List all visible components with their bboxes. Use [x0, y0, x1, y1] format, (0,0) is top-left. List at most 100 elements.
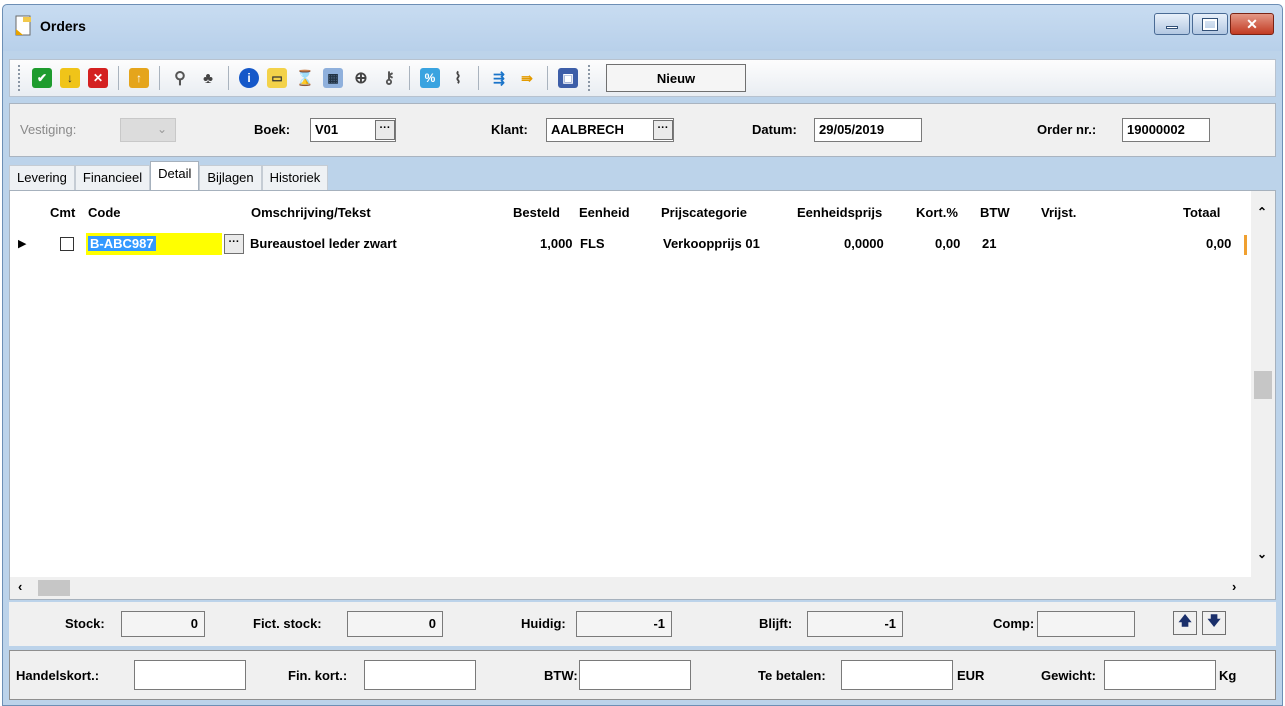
vestiging-label: Vestiging:: [20, 122, 77, 137]
tab-levering[interactable]: Levering: [9, 165, 75, 191]
document-icon: [15, 15, 31, 36]
maximize-icon: [1202, 17, 1218, 31]
toolbar-separator: [547, 66, 548, 90]
toolbar-separator: [118, 66, 119, 90]
besteld-cell[interactable]: 1,000: [540, 236, 573, 251]
boek-lookup-button[interactable]: ···: [375, 120, 395, 140]
gewicht-label: Gewicht:: [1041, 668, 1096, 683]
stock-label: Stock:: [65, 616, 105, 631]
prijscategorie-cell[interactable]: Verkoopprijs 01: [663, 236, 760, 251]
horizontal-scroll-thumb[interactable]: [38, 580, 70, 596]
toolbar-separator: [409, 66, 410, 90]
search-icon[interactable]: ⚲: [170, 68, 190, 88]
code-value: B-ABC987: [88, 236, 156, 251]
confirm-icon[interactable]: ✔: [32, 68, 52, 88]
toolbar-separator: [228, 66, 229, 90]
move-down-button[interactable]: 🡇: [1202, 611, 1226, 635]
scroll-up-icon[interactable]: ⌃: [1257, 205, 1267, 219]
arrow-up-icon: 🡅: [1178, 613, 1192, 628]
blijft-label: Blijft:: [759, 616, 793, 631]
close-icon: ✕: [1246, 15, 1258, 32]
btw-total-field: [579, 660, 691, 690]
code-cell[interactable]: B-ABC987: [86, 233, 222, 255]
btw-total-label: BTW:: [544, 668, 578, 683]
split-icon[interactable]: ⇶: [489, 68, 509, 88]
calendar-icon[interactable]: ▦: [323, 68, 343, 88]
binoculars-icon[interactable]: ♣: [198, 68, 218, 88]
save-icon[interactable]: ▣: [558, 68, 578, 88]
huidig-value: -1: [576, 611, 672, 637]
comp-label: Comp:: [993, 616, 1035, 631]
order-nr-field[interactable]: 19000002: [1122, 118, 1210, 142]
code-lookup-button[interactable]: ···: [224, 234, 244, 254]
toolbar-grip[interactable]: [588, 65, 592, 91]
te-betalen-field: [841, 660, 953, 690]
blijft-value: -1: [807, 611, 903, 637]
percent-icon[interactable]: %: [420, 68, 440, 88]
order-nr-label: Order nr.:: [1037, 122, 1097, 137]
boek-label: Boek:: [254, 122, 291, 137]
handelskort-label: Handelskort.:: [16, 668, 100, 683]
info-icon[interactable]: i: [239, 68, 259, 88]
weight-unit-label: Kg: [1219, 668, 1237, 683]
tab-bijlagen[interactable]: Bijlagen: [199, 165, 262, 191]
maximize-button[interactable]: [1192, 13, 1228, 35]
export-icon[interactable]: ↑: [129, 68, 149, 88]
horizontal-scrollbar[interactable]: ‹ ›: [10, 577, 1252, 599]
te-betalen-label: Te betalen:: [758, 668, 826, 683]
stock-panel: Stock: 0 Fict. stock: 0 Huidig: -1 Blijf…: [9, 602, 1276, 646]
chevron-down-icon: ⌄: [156, 122, 167, 136]
comp-value: [1037, 611, 1135, 637]
hourglass-icon[interactable]: ⌛: [295, 68, 315, 88]
tab-financieel[interactable]: Financieel: [74, 165, 151, 191]
totaal-cell[interactable]: 0,00: [1206, 236, 1231, 251]
orders-window: Orders ✕ ✔ ↓ ✕ ↑ ⚲ ♣ i ▭ ⌛ ▦ ⊕ ⚷ % ⌇ ⇶ ⇛…: [2, 4, 1283, 706]
currency-label: EUR: [957, 668, 985, 683]
scroll-down-icon[interactable]: ⌄: [1257, 547, 1267, 561]
merge-icon[interactable]: ⇛: [517, 68, 537, 88]
vestiging-combo[interactable]: ⌄: [120, 118, 176, 142]
minimize-button[interactable]: [1154, 13, 1190, 35]
import-icon[interactable]: ↓: [60, 68, 80, 88]
kort-cell[interactable]: 0,00: [935, 236, 960, 251]
stock-value: 0: [121, 611, 205, 637]
minimize-icon: [1166, 25, 1178, 29]
row-indicator-icon: ▶: [18, 238, 27, 250]
klant-label: Klant:: [491, 122, 528, 137]
fict-stock-value: 0: [347, 611, 443, 637]
paperclip-icon[interactable]: ⌇: [448, 68, 468, 88]
datum-label: Datum:: [752, 122, 797, 137]
title-bar[interactable]: Orders ✕: [3, 5, 1282, 51]
datum-field[interactable]: 29/05/2019: [814, 118, 922, 142]
cancel-icon[interactable]: ✕: [88, 68, 108, 88]
tab-detail[interactable]: Detail: [150, 161, 200, 191]
vertical-scroll-thumb[interactable]: [1254, 371, 1272, 399]
klant-lookup-button[interactable]: ···: [653, 120, 673, 140]
toolbar-separator: [159, 66, 160, 90]
move-up-button[interactable]: 🡅: [1173, 611, 1197, 635]
toolbar-grip[interactable]: [18, 65, 22, 91]
tab-strip: Levering Financieel Detail Bijlagen Hist…: [9, 161, 329, 191]
fin-kort-label: Fin. kort.:: [288, 668, 348, 683]
close-button[interactable]: ✕: [1230, 13, 1274, 35]
cell-marker: [1244, 235, 1247, 255]
eenheid-cell[interactable]: FLS: [580, 236, 605, 251]
key-icon[interactable]: ⚷: [379, 68, 399, 88]
table-row[interactable]: ▶ B-ABC987 ··· Bureaustoel leder zwart 1…: [10, 191, 1250, 261]
scroll-right-icon[interactable]: ›: [1232, 579, 1236, 594]
totals-footer: Handelskort.: Fin. kort.: BTW: Te betale…: [9, 650, 1276, 700]
fin-kort-field: [364, 660, 476, 690]
scroll-left-icon[interactable]: ‹: [18, 579, 22, 594]
vertical-scrollbar[interactable]: ⌃ ⌄: [1251, 191, 1275, 599]
tab-historiek[interactable]: Historiek: [261, 165, 329, 191]
description-cell[interactable]: Bureaustoel leder zwart: [250, 236, 397, 251]
window-controls: ✕: [1152, 13, 1274, 35]
note-icon[interactable]: ▭: [267, 68, 287, 88]
help-icon[interactable]: ⊕: [351, 68, 371, 88]
eenheidsprijs-cell[interactable]: 0,0000: [844, 236, 884, 251]
new-button[interactable]: Nieuw: [606, 64, 746, 92]
btw-cell[interactable]: 21: [982, 236, 996, 251]
comment-checkbox[interactable]: [60, 237, 74, 251]
detail-grid: Cmt Code Omschrijving/Tekst Besteld Eenh…: [9, 190, 1276, 600]
toolbar: ✔ ↓ ✕ ↑ ⚲ ♣ i ▭ ⌛ ▦ ⊕ ⚷ % ⌇ ⇶ ⇛ ▣ Nieuw: [9, 59, 1276, 97]
